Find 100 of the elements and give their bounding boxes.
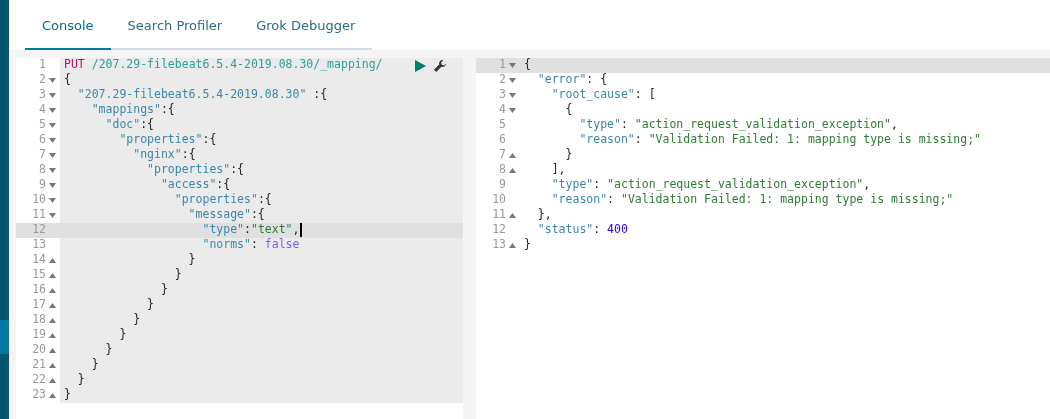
code-line: "error": { <box>536 71 608 89</box>
line-number: 11 <box>492 206 506 224</box>
line-number: 13 <box>492 236 506 254</box>
line-number: 7 <box>39 146 46 164</box>
fold-arrow-icon[interactable] <box>49 347 56 353</box>
line-number: 8 <box>499 161 506 179</box>
fold-arrow-icon[interactable] <box>49 122 56 128</box>
line-number: 1 <box>499 56 506 74</box>
fold-arrow-icon[interactable] <box>49 257 56 263</box>
fold-arrow-icon[interactable] <box>49 152 56 158</box>
line-number: 22 <box>32 371 46 389</box>
line-number: 17 <box>32 296 46 314</box>
line-number: 9 <box>499 176 506 194</box>
fold-arrow-icon[interactable] <box>509 92 516 98</box>
code-line: PUT /207.29-filebeat6.5.4-2019.08.30/_mapping/ <box>64 56 383 73</box>
code-line: } <box>524 236 531 254</box>
fold-arrow-icon[interactable] <box>49 332 56 338</box>
line-number: 3 <box>499 86 506 104</box>
fold-arrow-icon[interactable] <box>49 302 56 308</box>
fold-arrow-icon[interactable] <box>49 377 56 383</box>
code-line: "207.29-filebeat6.5.4-2019.08.30" :{ <box>76 86 328 103</box>
line-number: 23 <box>32 386 46 404</box>
code-line: "type":"text", <box>201 221 300 238</box>
fold-arrow-icon[interactable] <box>49 362 56 368</box>
code-line: { <box>564 101 573 119</box>
fold-arrow-icon[interactable] <box>49 107 56 113</box>
code-line: "type": "action_request_validation_exception", <box>578 116 898 133</box>
line-number: 10 <box>492 191 506 209</box>
fold-arrow-icon[interactable] <box>49 287 56 293</box>
code-line: "type": "action_request_validation_exception", <box>550 176 871 193</box>
code-line: } <box>173 266 182 284</box>
line-number: 6 <box>39 131 46 149</box>
code-line: } <box>118 326 127 344</box>
code-line: "nginx":{ <box>132 146 196 163</box>
fold-arrow-icon[interactable] <box>509 212 516 218</box>
fold-arrow-icon[interactable] <box>509 152 516 158</box>
code-line: } <box>159 281 168 299</box>
fold-arrow-icon[interactable] <box>49 197 56 203</box>
code-line: } <box>146 296 154 314</box>
code-line: } <box>64 386 71 404</box>
line-number: 12 <box>32 221 46 239</box>
line-number: 19 <box>32 326 46 344</box>
line-number: 2 <box>39 71 46 89</box>
code-line: "properties":{ <box>118 131 217 148</box>
fold-arrow-icon[interactable] <box>49 137 56 143</box>
line-number: 8 <box>39 161 46 179</box>
fold-arrow-icon[interactable] <box>509 242 516 248</box>
code-line: "doc":{ <box>104 116 155 133</box>
line-number: 9 <box>39 176 46 194</box>
line-number: 2 <box>499 71 506 89</box>
fold-arrow-icon[interactable] <box>49 77 56 83</box>
code-line: "message":{ <box>187 206 265 224</box>
line-number: 12 <box>492 221 506 239</box>
line-number: 20 <box>32 341 46 359</box>
code-line: } <box>132 311 141 329</box>
line-number: 5 <box>39 116 46 134</box>
code-line: } <box>76 371 85 389</box>
tab[interactable]: Console <box>25 14 111 50</box>
fold-arrow-icon[interactable] <box>49 317 56 323</box>
line-number: 4 <box>499 101 506 119</box>
code-line: } <box>187 251 196 269</box>
line-number: 1 <box>39 56 46 74</box>
code-line: "mappings":{ <box>90 101 175 118</box>
fold-arrow-icon[interactable] <box>49 212 56 218</box>
tab[interactable]: Grok Debugger <box>239 14 373 50</box>
fold-arrow-icon[interactable] <box>509 107 516 113</box>
code-line: { <box>64 71 71 89</box>
line-number: 6 <box>499 131 506 149</box>
fold-arrow-icon[interactable] <box>509 167 516 173</box>
line-number: 18 <box>32 311 46 329</box>
line-number: 15 <box>32 266 46 284</box>
line-number: 4 <box>39 101 46 119</box>
line-number: 7 <box>499 146 506 164</box>
fold-arrow-icon[interactable] <box>49 92 56 98</box>
fold-arrow-icon[interactable] <box>49 167 56 173</box>
tab[interactable]: Search Profiler <box>110 14 240 50</box>
code-line: } <box>564 146 573 164</box>
sidebar-highlight <box>0 320 9 354</box>
line-number: 10 <box>32 191 46 209</box>
line-number: 21 <box>32 356 46 374</box>
code-line: "root_cause": [ <box>550 86 656 103</box>
code-line: "properties":{ <box>146 161 245 178</box>
code-line: "properties":{ <box>173 191 272 208</box>
code-line: } <box>104 341 113 359</box>
code-line: "reason": "Validation Failed: 1: mapping type is missing;" <box>578 131 981 149</box>
code-line: }, <box>536 206 552 224</box>
fold-arrow-icon[interactable] <box>509 77 516 83</box>
line-number: 3 <box>39 86 46 104</box>
fold-arrow-icon[interactable] <box>509 62 516 68</box>
line-number: 16 <box>32 281 46 299</box>
line-number: 5 <box>499 116 506 134</box>
line-number: 14 <box>32 251 46 269</box>
code-line: ], <box>550 161 566 179</box>
fold-arrow-icon[interactable] <box>49 392 56 398</box>
wrench-icon[interactable] <box>434 59 446 72</box>
line-number: 13 <box>32 236 46 254</box>
fold-arrow-icon[interactable] <box>49 272 56 278</box>
fold-arrow-icon[interactable] <box>49 182 56 188</box>
play-icon[interactable] <box>415 59 426 72</box>
code-line: { <box>524 56 531 74</box>
